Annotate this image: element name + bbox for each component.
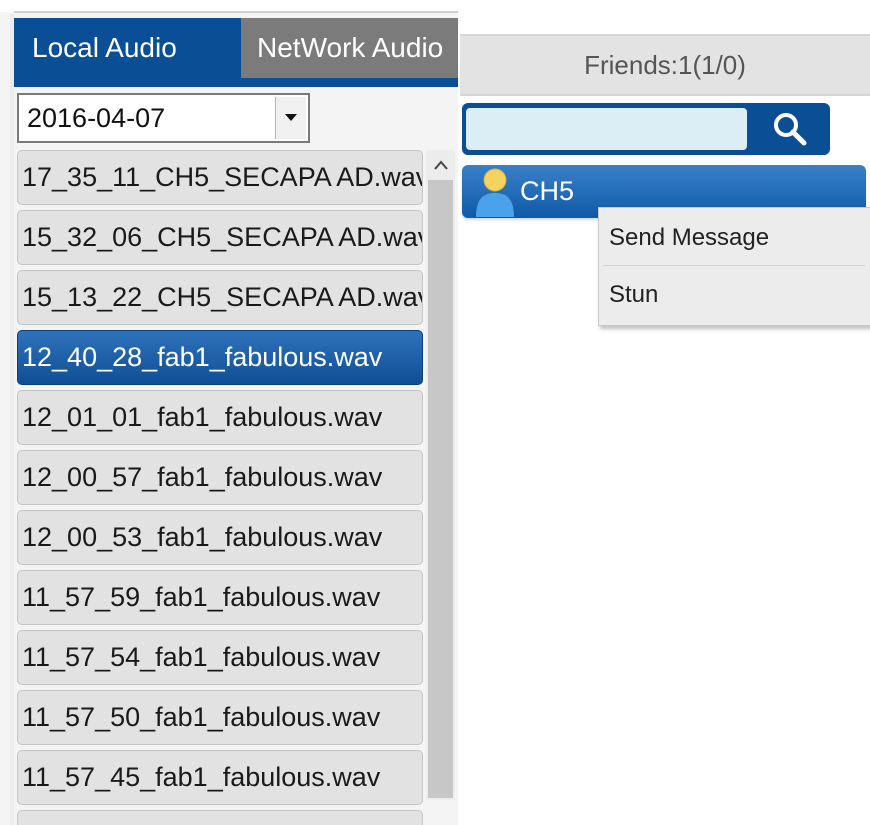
file-list-item[interactable]: 11_57_59_fab1_fabulous.wav [17,570,423,625]
file-list-item[interactable]: 12_00_53_fab1_fabulous.wav [17,510,423,565]
date-dropdown-button[interactable] [275,97,306,139]
recording-file-list: 17_35_11_CH5_SECAPA AD.wav 15_32_06_CH5_S… [17,150,423,825]
file-list-item[interactable]: 11_57_45_fab1_fabulous.wav [17,750,423,805]
menu-item-stun[interactable]: Stun [599,267,870,323]
top-divider [14,11,458,13]
tab-network-audio[interactable]: NetWork Audio [241,18,458,78]
tab-local-audio[interactable]: Local Audio [14,18,241,78]
scroll-up-arrow-icon [433,160,448,170]
search-icon [774,113,807,146]
menu-separator [603,265,865,266]
friend-name: CH5 [520,176,575,206]
friend-search-box [462,103,830,155]
scroll-up-button[interactable] [426,150,455,180]
search-button[interactable] [750,103,830,155]
audio-tabs: Local Audio NetWork Audio [14,18,458,78]
scroll-thumb[interactable] [428,180,453,798]
menu-item-send-message[interactable]: Send Message [599,210,870,266]
tab-underline [14,78,458,87]
friend-search-input[interactable] [466,108,747,150]
file-list-scrollbar[interactable] [426,150,455,800]
file-list-item[interactable]: 15_13_22_CH5_SECAPA AD.wav [17,270,423,325]
user-icon [476,168,514,217]
file-list-item[interactable]: 12_00_57_fab1_fabulous.wav [17,450,423,505]
chevron-down-icon [285,114,297,121]
friends-header: Friends:1(1/0) [460,34,870,96]
local-audio-panel: Local Audio NetWork Audio 2016-04-07 17_… [0,0,458,825]
file-list-item[interactable]: 11_57_54_fab1_fabulous.wav [17,630,423,685]
file-list-item[interactable]: 12_40_28_fab1_fabulous.wav [17,330,423,385]
file-list-item[interactable]: 12_01_01_fab1_fabulous.wav [17,390,423,445]
file-list-item[interactable]: 17_35_11_CH5_SECAPA AD.wav [17,150,423,205]
date-select-value: 2016-04-07 [27,103,166,133]
left-edge [10,14,14,825]
date-select[interactable]: 2016-04-07 [17,93,310,143]
file-list-item[interactable] [17,810,423,825]
friend-context-menu: Send Message Stun [598,207,870,326]
file-list-item[interactable]: 15_32_06_CH5_SECAPA AD.wav [17,210,423,265]
file-list-item[interactable]: 11_57_50_fab1_fabulous.wav [17,690,423,745]
